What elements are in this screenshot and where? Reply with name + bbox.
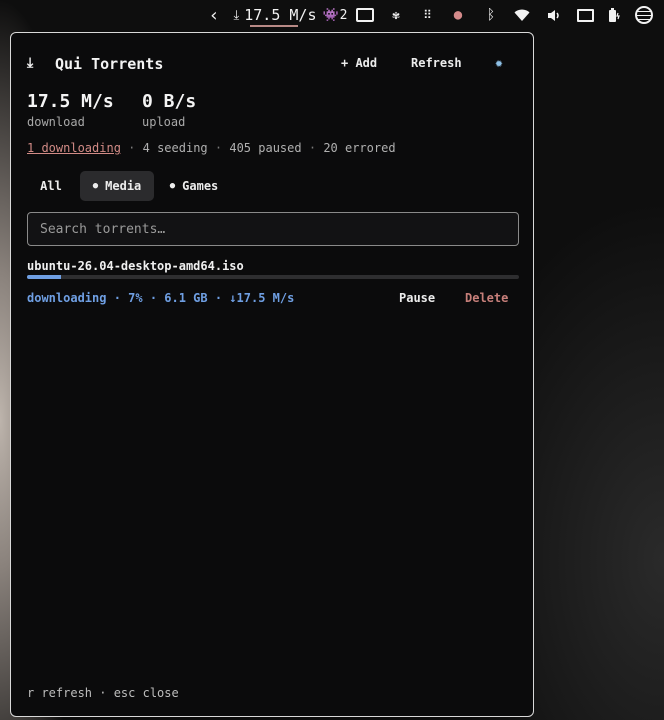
tab-label: Games [182, 179, 219, 193]
discord-indicator[interactable]: 👾 2 [322, 4, 348, 26]
pause-button[interactable]: Pause [399, 291, 435, 305]
keyboard-hints: r refresh · esc close [27, 686, 179, 700]
volume-icon[interactable] [544, 4, 564, 26]
control-center-icon[interactable] [634, 4, 654, 26]
poop-icon[interactable]: ● [448, 4, 468, 26]
download-speed-value: 17.5 M/s [27, 91, 114, 112]
chevron-left-icon[interactable]: ‹ [206, 4, 222, 26]
upload-speed-label: upload [142, 115, 186, 129]
active-indicator [250, 25, 298, 27]
search-input[interactable] [27, 212, 519, 246]
monitor-icon[interactable] [575, 4, 595, 26]
bullet-icon: ● [169, 181, 176, 191]
tray-app-icon[interactable]: ✾ [386, 4, 406, 26]
gear-icon[interactable]: ✹ [495, 56, 503, 71]
download-icon: ⤓ [27, 55, 34, 71]
torrent-panel: ⤓ Qui Torrents + Add Refresh ✹ 17.5 M/s … [10, 32, 534, 717]
separator: · [214, 141, 223, 155]
panel-title: Qui Torrents [55, 55, 164, 73]
bullet-icon: ● [92, 181, 99, 191]
torrent-status: downloading · 7% · 6.1 GB · ↓17.5 M/s [27, 291, 295, 305]
download-icon: ⤓ [233, 7, 240, 23]
top-bar: ‹ ⤓ 17.5 M/s 👾 2 ✾ ⠿ ● ᛒ [0, 0, 664, 30]
tab-all[interactable]: All [27, 171, 75, 201]
torrent-progress-fill [27, 275, 62, 279]
tab-label: Media [105, 179, 142, 193]
grid-dots-icon[interactable]: ⠿ [417, 4, 437, 26]
torrent-name[interactable]: ubuntu-26.04-desktop-amd64.iso [27, 259, 244, 273]
separator: · [308, 141, 317, 155]
torrent-speed-indicator[interactable]: ⤓ 17.5 M/s [230, 4, 320, 26]
add-torrent-button[interactable]: + Add [341, 56, 377, 70]
downloading-filter-link[interactable]: 1 downloading [27, 141, 121, 155]
tab-label: All [40, 179, 62, 193]
topbar-download-speed: 17.5 M/s [244, 6, 317, 24]
delete-button[interactable]: Delete [465, 291, 508, 305]
wifi-icon[interactable] [511, 4, 533, 26]
upload-speed-value: 0 B/s [142, 91, 197, 112]
download-speed-label: download [27, 115, 85, 129]
discord-icon: 👾 [322, 7, 339, 23]
torrent-progress-bar [27, 275, 519, 279]
bluetooth-icon[interactable]: ᛒ [482, 4, 500, 26]
tab-games[interactable]: ● Games [160, 171, 228, 201]
paused-count: 405 paused [229, 141, 302, 155]
panel-header: ⤓ Qui Torrents + Add Refresh ✹ [27, 53, 519, 77]
refresh-button[interactable]: Refresh [411, 56, 462, 70]
discord-count: 2 [339, 7, 348, 23]
errored-count: 20 errored [323, 141, 396, 155]
status-summary: 1 downloading · 4 seeding · 405 paused ·… [27, 141, 396, 155]
battery-icon[interactable] [605, 4, 623, 26]
separator: · [128, 141, 136, 155]
keyboard-icon[interactable] [356, 4, 374, 26]
seeding-count: 4 seeding [142, 141, 208, 155]
tab-media[interactable]: ● Media [80, 171, 154, 201]
